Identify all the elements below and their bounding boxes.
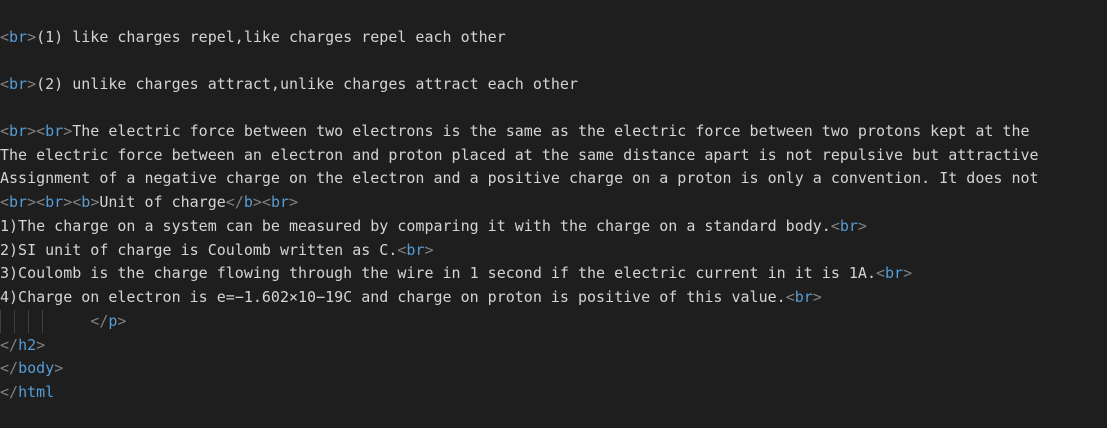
tag-bracket: >	[117, 312, 127, 330]
code-line[interactable]: </body>	[0, 357, 1107, 380]
code-line[interactable]: 3)Coulomb is the charge flowing through …	[0, 262, 1107, 285]
tag-bracket: >	[424, 241, 434, 259]
code-text: 1)The charge on a system can be measured…	[0, 217, 831, 235]
code-line[interactable]: 2)SI unit of charge is Coulomb written a…	[0, 239, 1107, 262]
tag-name: br	[9, 28, 28, 46]
tag-name: b	[81, 193, 91, 211]
code-text: (1) like charges repel,like charges repe…	[36, 28, 506, 46]
code-text: Unit of charge	[99, 193, 226, 211]
code-text: 2)SI unit of charge is Coulomb written a…	[0, 241, 398, 259]
code-text: 3)Coulomb is the charge flowing through …	[0, 264, 876, 282]
code-text: The electric force between an electron a…	[0, 146, 1039, 164]
tag-bracket: <	[36, 122, 46, 140]
tag-name: br	[406, 241, 425, 259]
code-line[interactable]: </html	[0, 381, 1107, 404]
code-line[interactable]: </h2>	[0, 334, 1107, 357]
tag-bracket: >	[90, 193, 100, 211]
tag-bracket: >	[54, 359, 64, 377]
tag-bracket: <	[36, 193, 46, 211]
tag-name: br	[9, 75, 28, 93]
tag-bracket: </	[225, 193, 244, 211]
tag-name: br	[9, 193, 28, 211]
tag-bracket: >	[857, 217, 867, 235]
tag-name: br	[45, 122, 64, 140]
indent-guide	[42, 310, 43, 333]
tag-bracket: <	[0, 122, 10, 140]
indent-guide	[28, 310, 29, 333]
code-line[interactable]: <br>(2) unlike charges attract,unlike ch…	[0, 73, 1107, 96]
code-line[interactable]: <br>(1) like charges repel,like charges …	[0, 26, 1107, 49]
tag-bracket: >	[27, 122, 37, 140]
tag-name: h2	[18, 336, 37, 354]
tag-bracket: >	[812, 288, 822, 306]
tag-bracket: </	[90, 312, 109, 330]
tag-bracket: <	[0, 28, 10, 46]
tag-bracket: <	[875, 264, 886, 282]
tag-name: br	[9, 122, 28, 140]
code-text: Assignment of a negative charge on the e…	[0, 169, 1039, 187]
tag-bracket: <	[72, 193, 82, 211]
tag-bracket: <	[0, 193, 10, 211]
tag-bracket: >	[27, 193, 37, 211]
tag-name: b	[243, 193, 253, 211]
code-line[interactable]: </p>	[0, 310, 1107, 333]
tag-bracket: >	[63, 122, 73, 140]
indent-guides	[0, 310, 70, 333]
tag-name: br	[794, 288, 813, 306]
tag-name: br	[45, 193, 64, 211]
tag-bracket: >	[27, 28, 37, 46]
tag-name: br	[885, 264, 904, 282]
tag-bracket: >	[289, 193, 299, 211]
code-line[interactable]: The electric force between an electron a…	[0, 144, 1107, 167]
tag-bracket: <	[0, 75, 10, 93]
tag-bracket: <	[261, 193, 271, 211]
tag-bracket: <	[830, 217, 840, 235]
tag-bracket: >	[252, 193, 262, 211]
code-editor[interactable]: <br>(1) like charges repel,like charges …	[0, 0, 1107, 428]
tag-bracket: <	[785, 288, 795, 306]
code-line[interactable]: Assignment of a negative charge on the e…	[0, 167, 1107, 190]
tag-bracket: >	[903, 264, 913, 282]
tag-name: br	[270, 193, 289, 211]
tag-name: br	[839, 217, 858, 235]
indent-guide	[0, 310, 1, 333]
code-text: The electric force between two electrons…	[72, 122, 1030, 140]
tag-bracket: </	[0, 336, 19, 354]
tag-bracket: >	[63, 193, 73, 211]
code-line[interactable]: 4)Charge on electron is e=−1.602×10−19C …	[0, 286, 1107, 309]
indent-guide	[14, 310, 15, 333]
tag-bracket: </	[0, 359, 19, 377]
tag-bracket: >	[36, 336, 46, 354]
code-text: (2) unlike charges attract,unlike charge…	[36, 75, 578, 93]
code-text: 4)Charge on electron is e=−1.602×10−19C …	[0, 288, 786, 306]
code-line[interactable]: 1)The charge on a system can be measured…	[0, 215, 1107, 238]
tag-name: html	[18, 383, 55, 401]
code-line[interactable]: <br><br>The electric force between two e…	[0, 120, 1107, 143]
tag-bracket: </	[0, 383, 19, 401]
tag-name: body	[18, 359, 55, 377]
tag-bracket: >	[27, 75, 37, 93]
code-line[interactable]: <br><br><b>Unit of charge</b><br>	[0, 191, 1107, 214]
